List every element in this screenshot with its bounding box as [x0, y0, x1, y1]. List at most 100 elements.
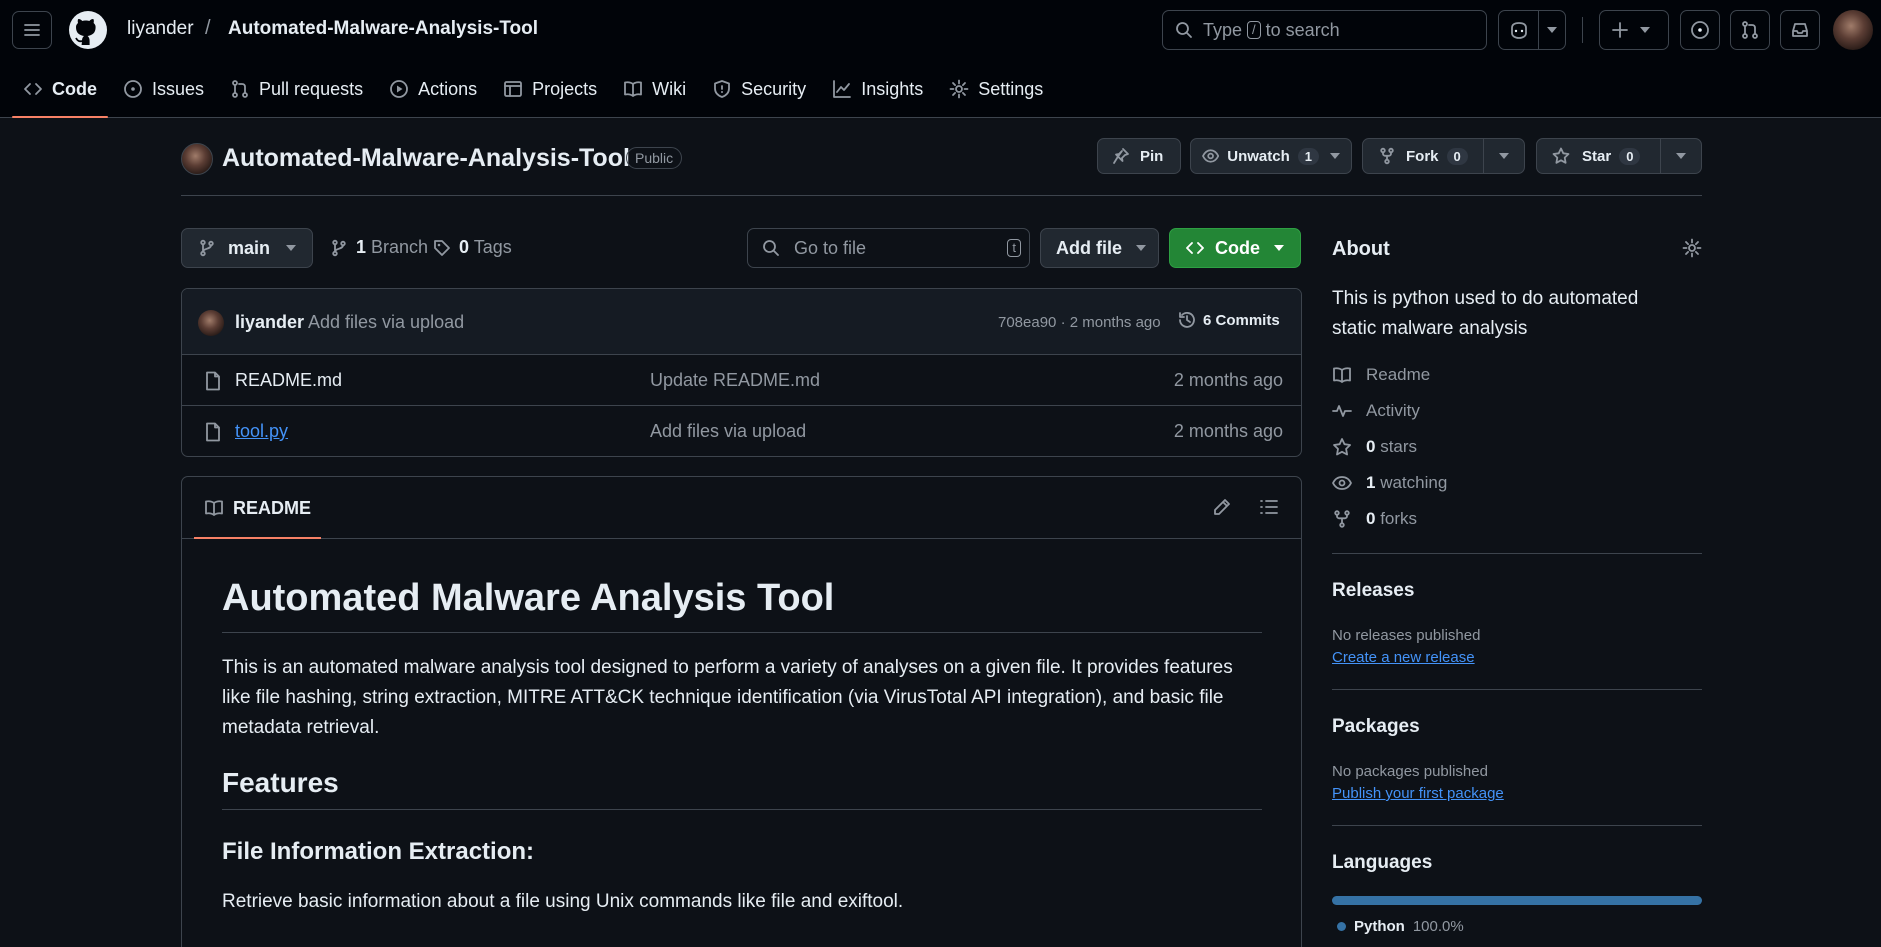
tab-label: Code — [52, 78, 97, 99]
file-name-link[interactable]: README.md — [235, 370, 342, 391]
tab-security[interactable]: Security — [701, 70, 817, 108]
chevron-down-icon — [1274, 245, 1284, 251]
forks-count: 0 — [1366, 509, 1376, 528]
code-button[interactable]: Code — [1169, 228, 1301, 268]
releases-title[interactable]: Releases — [1332, 580, 1414, 602]
tab-actions[interactable]: Actions — [378, 70, 488, 108]
play-icon — [390, 80, 408, 98]
tab-readme[interactable]: README — [194, 477, 322, 539]
book-icon — [1333, 367, 1351, 383]
readme-header: README — [182, 477, 1301, 539]
issues-button[interactable] — [1680, 10, 1720, 50]
readme-content: Automated Malware Analysis Tool This is … — [222, 577, 1262, 916]
search-input[interactable]: Type / to search — [1162, 10, 1487, 50]
pencil-icon[interactable] — [1212, 497, 1232, 517]
tags-link[interactable]: 0 Tags — [433, 237, 512, 258]
commits-link[interactable]: 6 Commits — [1177, 310, 1280, 330]
avatar[interactable] — [198, 310, 224, 336]
page-title[interactable]: Automated-Malware-Analysis-Tool — [222, 144, 630, 173]
stars-link[interactable]: 0 stars — [1332, 437, 1417, 457]
list-icon[interactable] — [1259, 497, 1279, 517]
file-icon — [206, 422, 220, 442]
graph-icon — [833, 80, 852, 98]
readme-link[interactable]: Readme — [1332, 365, 1430, 385]
user-avatar[interactable] — [1833, 10, 1873, 50]
tab-wiki[interactable]: Wiki — [612, 70, 697, 108]
tab-label: Issues — [152, 78, 205, 99]
tab-settings[interactable]: Settings — [938, 70, 1054, 108]
tab-label: Projects — [532, 78, 598, 99]
pull-requests-button[interactable] — [1730, 10, 1770, 50]
unwatch-button[interactable]: Unwatch 1 — [1190, 138, 1352, 174]
publish-package-link[interactable]: Publish your first package — [1332, 785, 1504, 802]
watching-link[interactable]: 1 watching — [1332, 473, 1447, 493]
file-age: 2 months ago — [1173, 370, 1283, 390]
branches-link[interactable]: 1 Branch — [330, 237, 428, 258]
language-percent: 100.0% — [1412, 918, 1464, 935]
book-icon — [205, 500, 223, 516]
plus-icon — [1612, 22, 1628, 38]
stars-count: 0 — [1366, 437, 1376, 456]
chevron-down-icon — [1640, 27, 1650, 33]
add-file-label: Add file — [1056, 237, 1122, 258]
inbox-button[interactable] — [1780, 10, 1820, 50]
tab-pull-requests[interactable]: Pull requests — [219, 70, 374, 108]
tab-issues[interactable]: Issues — [112, 70, 215, 108]
star-label: Star — [1582, 147, 1612, 165]
branch-selector[interactable]: main — [181, 228, 313, 268]
about-description: This is python used to do automated stat… — [1332, 288, 1639, 339]
gear-icon[interactable] — [1682, 238, 1702, 258]
fork-button[interactable]: Fork 0 — [1362, 138, 1525, 174]
chevron-down-icon — [1675, 153, 1686, 159]
tab-projects[interactable]: Projects — [492, 70, 608, 108]
pull-request-icon — [1742, 21, 1758, 39]
file-table: liyander Add files via upload 708ea90 · … — [181, 288, 1302, 457]
packages-title[interactable]: Packages — [1332, 716, 1420, 738]
global-header: liyander / Automated-Malware-Analysis-To… — [0, 0, 1881, 118]
owner-avatar[interactable] — [181, 143, 213, 175]
copilot-icon — [1510, 22, 1527, 39]
star-button[interactable]: Star 0 — [1536, 138, 1702, 174]
copilot-button[interactable] — [1498, 10, 1566, 50]
create-new-button[interactable] — [1599, 10, 1669, 50]
divider — [1332, 689, 1702, 690]
star-icon — [1333, 438, 1351, 456]
file-commit-message[interactable]: Update README.md — [650, 370, 820, 391]
github-logo-icon[interactable] — [68, 10, 108, 50]
owner-link[interactable]: liyander — [127, 18, 194, 40]
search-placeholder-suffix: to search — [1265, 19, 1340, 40]
language-bar — [1332, 896, 1702, 905]
add-file-button[interactable]: Add file — [1040, 228, 1159, 268]
code-icon — [1186, 242, 1204, 254]
create-release-link[interactable]: Create a new release — [1332, 649, 1475, 666]
branch-name: main — [228, 237, 271, 258]
language-item[interactable]: Python 100.0% — [1337, 918, 1464, 935]
readme-subheading: Features — [222, 767, 1262, 810]
watch-count: 1 — [1297, 147, 1319, 165]
tab-code[interactable]: Code — [12, 70, 108, 118]
commit-sha-time[interactable]: 708ea90 · 2 months ago — [998, 314, 1161, 331]
tab-label: Pull requests — [259, 78, 364, 99]
packages-note: No packages published — [1332, 763, 1488, 780]
activity-link[interactable]: Activity — [1332, 401, 1420, 421]
forks-word: forks — [1380, 509, 1418, 528]
table-row: README.md Update README.md 2 months ago — [182, 355, 1301, 406]
forks-link[interactable]: 0 forks — [1332, 509, 1417, 529]
history-icon — [1179, 312, 1195, 328]
tab-label: Actions — [418, 78, 478, 99]
commit-message[interactable]: Add files via upload — [308, 312, 464, 333]
issue-icon — [124, 80, 142, 98]
commit-author[interactable]: liyander — [235, 312, 304, 333]
tag-count: 0 — [459, 237, 470, 257]
repo-link[interactable]: Automated-Malware-Analysis-Tool — [228, 18, 538, 40]
file-age: 2 months ago — [1173, 421, 1283, 441]
pin-button[interactable]: Pin — [1097, 138, 1181, 174]
tab-insights[interactable]: Insights — [821, 70, 934, 108]
menu-button[interactable] — [12, 11, 52, 49]
search-icon — [763, 240, 779, 256]
go-to-file-input[interactable]: Go to file t — [747, 228, 1030, 268]
gear-icon — [949, 79, 969, 99]
file-commit-message[interactable]: Add files via upload — [650, 421, 806, 442]
file-name-link[interactable]: tool.py — [235, 421, 288, 442]
pin-icon — [1113, 148, 1129, 164]
